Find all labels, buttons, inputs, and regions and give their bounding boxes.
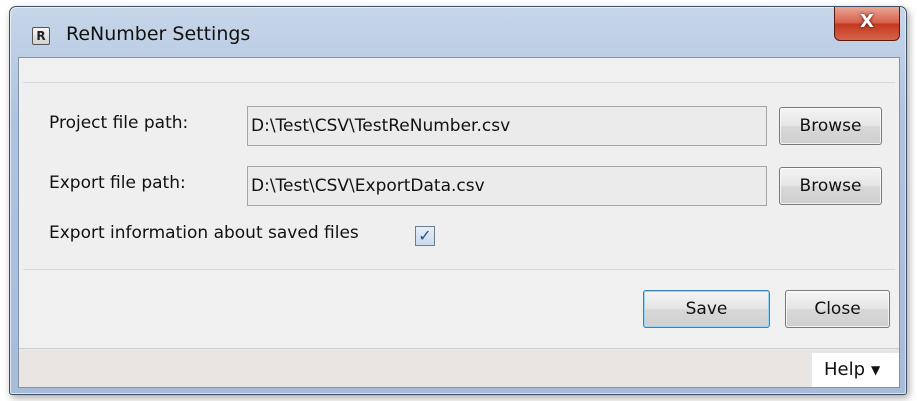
app-icon: R xyxy=(32,27,50,45)
close-icon[interactable]: X xyxy=(834,7,900,41)
export-browse-button[interactable]: Browse xyxy=(779,167,882,205)
check-icon: ✓ xyxy=(418,226,432,245)
export-path-label: Export file path: xyxy=(49,173,186,193)
title-bar[interactable]: R ReNumber Settings X xyxy=(10,7,906,57)
export-path-field[interactable]: D:\Test\CSV\ExportData.csv xyxy=(247,166,767,206)
export-info-checkbox[interactable]: ✓ xyxy=(415,226,435,246)
save-button[interactable]: Save xyxy=(643,290,770,328)
footer-bar: Help ▼ xyxy=(19,348,899,387)
settings-window: R ReNumber Settings X Project file path:… xyxy=(9,6,907,395)
help-menu[interactable]: Help ▼ xyxy=(812,353,899,387)
settings-group: Project file path: D:\Test\CSV\TestReNum… xyxy=(23,82,895,270)
project-browse-button[interactable]: Browse xyxy=(779,107,882,145)
export-info-label: Export information about saved files xyxy=(49,223,359,243)
project-path-field[interactable]: D:\Test\CSV\TestReNumber.csv xyxy=(247,106,767,146)
close-button[interactable]: Close xyxy=(785,290,890,328)
client-area: Project file path: D:\Test\CSV\TestReNum… xyxy=(18,57,900,388)
project-path-label: Project file path: xyxy=(49,113,189,133)
chevron-down-icon: ▼ xyxy=(871,363,881,377)
help-label: Help xyxy=(824,359,866,380)
window-title: ReNumber Settings xyxy=(66,23,251,45)
